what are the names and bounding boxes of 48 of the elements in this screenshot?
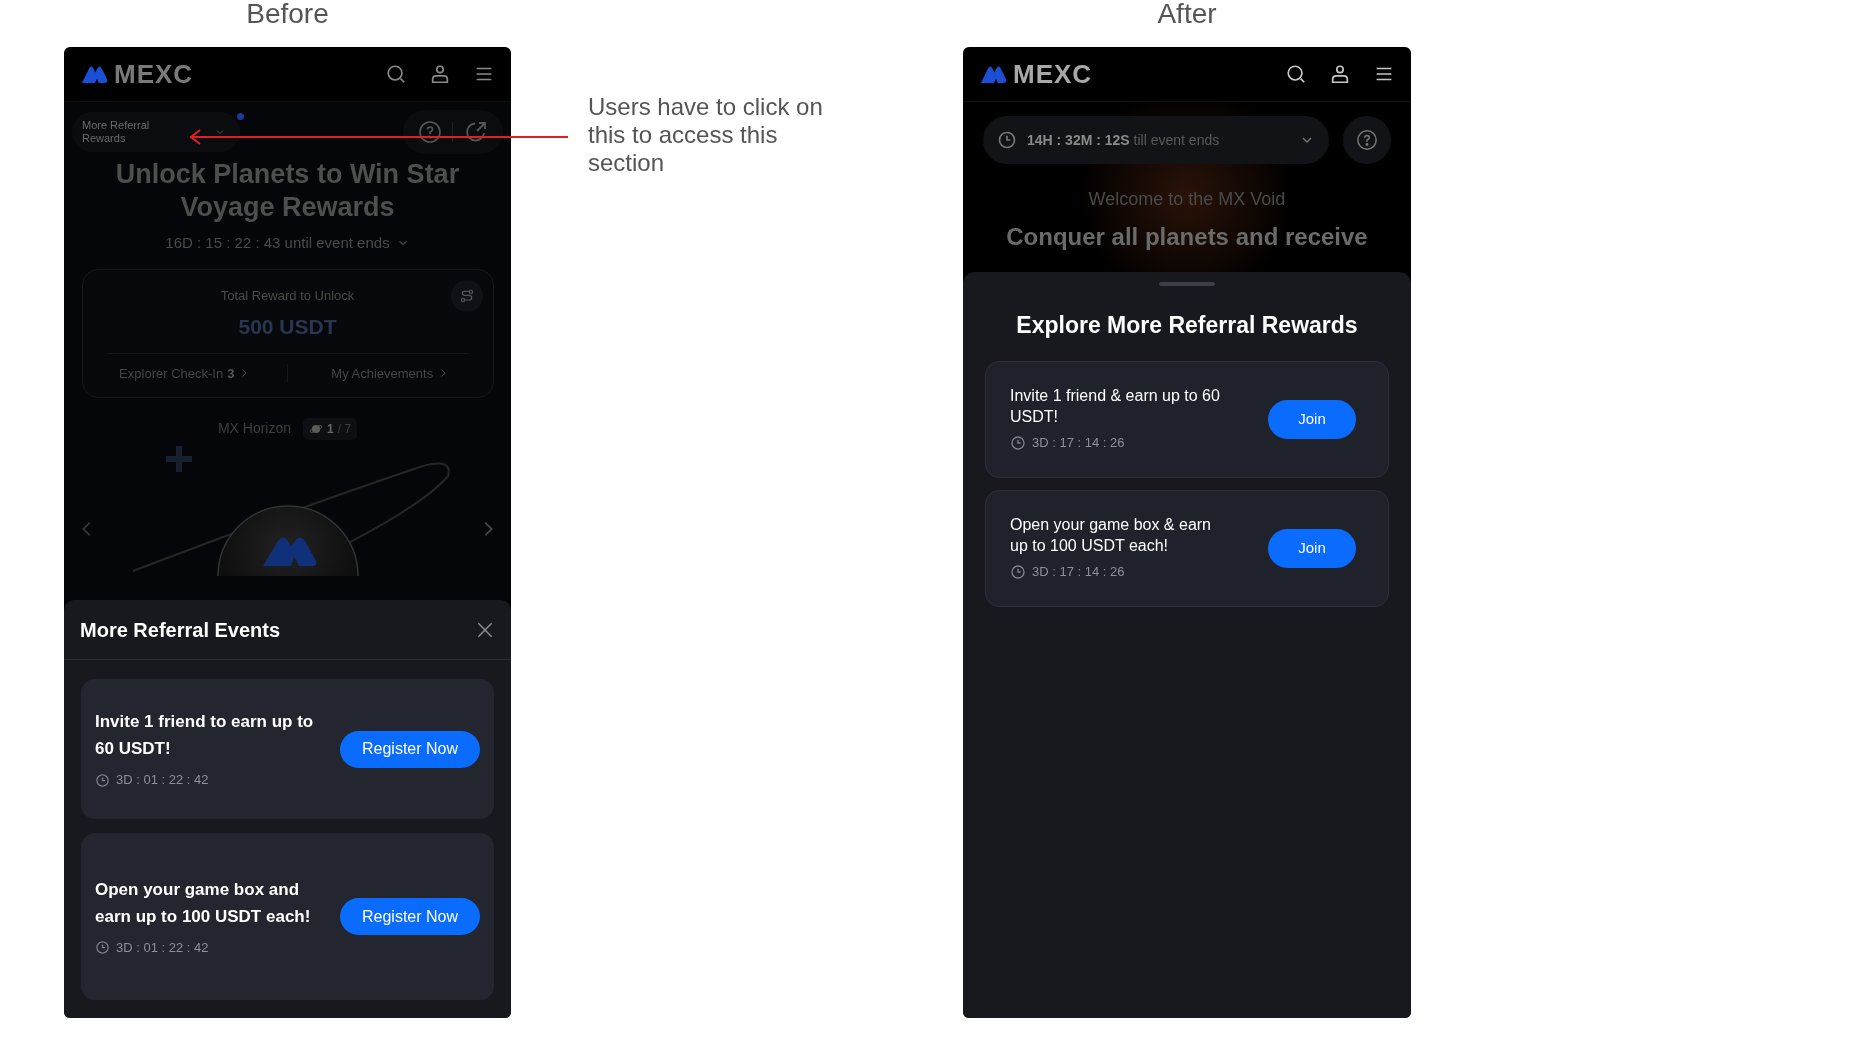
- route-icon: [458, 287, 475, 304]
- help-icon: [1356, 129, 1378, 151]
- route-button[interactable]: [450, 279, 483, 312]
- sheet-title: Explore More Referral Rewards: [1016, 311, 1358, 340]
- event-timer: 3D : 17 : 14 : 26: [1032, 563, 1125, 582]
- join-button[interactable]: Join: [1268, 528, 1356, 568]
- logo-icon: [80, 64, 108, 84]
- clock-icon: [95, 772, 110, 788]
- brand-name: MEXC: [114, 61, 194, 87]
- panel-caption: Before: [246, 0, 329, 31]
- help-icon[interactable]: [418, 120, 443, 144]
- countdown-text: 14H : 32M : 12S till event ends: [1027, 130, 1221, 150]
- clock-icon: [997, 130, 1017, 150]
- sheet-title: More Referral Events: [80, 617, 281, 643]
- event-timer: 3D : 01 : 22 : 42: [116, 938, 209, 957]
- event-title: Open your game box & earn up to 100 USDT each!: [1010, 515, 1212, 557]
- page-title: Unlock Planets to Win Star Voyage Rewards: [114, 158, 461, 224]
- join-button[interactable]: Register Now: [340, 730, 480, 768]
- join-button[interactable]: Register Now: [340, 898, 480, 935]
- countdown-dropdown[interactable]: 14H : 32M : 12S till event ends: [983, 116, 1329, 164]
- event-timer: 3D : 17 : 14 : 26: [1032, 434, 1125, 453]
- search-icon[interactable]: [385, 63, 407, 85]
- logo-icon: [979, 64, 1007, 84]
- join-button[interactable]: Join: [1268, 399, 1356, 439]
- panel-caption: After: [1157, 0, 1217, 31]
- reward-link[interactable]: Explorer Check-In 3: [82, 363, 287, 383]
- annotation-text: Users have to click on this to access this section: [588, 93, 824, 177]
- help-button[interactable]: [1343, 116, 1391, 164]
- user-icon[interactable]: [1329, 63, 1351, 85]
- clock-icon: [1010, 564, 1026, 580]
- share-icon[interactable]: [463, 120, 488, 144]
- reward-label: Total Reward to Unlock: [220, 286, 355, 305]
- brand-name: MEXC: [1013, 61, 1093, 87]
- headline: Conquer all planets and receive: [1006, 222, 1368, 252]
- event-title: Invite 1 friend & earn up to 60 USDT!: [1010, 386, 1221, 428]
- clock-icon: [95, 940, 110, 955]
- dropdown-label: More Referral Rewards: [82, 119, 151, 145]
- event-title: Open your game box and earn up to 100 USDT each!: [95, 878, 312, 928]
- clock-icon: [1010, 435, 1026, 451]
- planet-name: MX Horizon: [217, 419, 292, 438]
- event-title: Invite 1 friend to earn up to 60 USDT!: [95, 711, 315, 761]
- search-icon[interactable]: [1285, 63, 1307, 85]
- drag-handle[interactable]: [1159, 282, 1215, 286]
- event-countdown: 16D : 15 : 22 : 43 until event ends: [165, 233, 390, 253]
- event-timer: 3D : 01 : 22 : 42: [116, 771, 209, 790]
- reward-amount: 500 USDT: [238, 314, 337, 340]
- welcome-text: Welcome to the MX Void: [1088, 188, 1286, 211]
- user-icon[interactable]: [429, 63, 451, 85]
